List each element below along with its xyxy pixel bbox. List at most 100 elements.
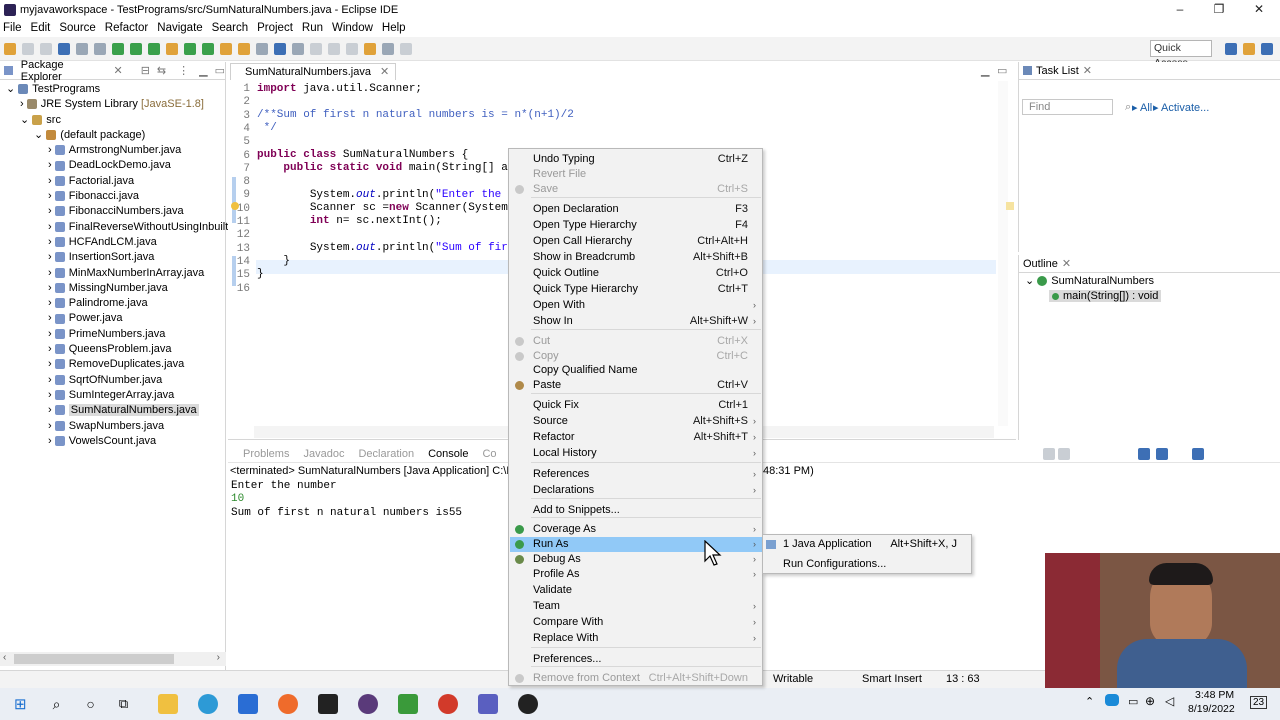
chrome-icon[interactable] <box>438 694 459 714</box>
editor-tab[interactable]: SumNaturalNumbers.java ✕ <box>230 63 397 80</box>
tab-javadoc[interactable]: Javadoc <box>303 448 344 460</box>
new-icon[interactable] <box>4 42 16 55</box>
tree-file-15[interactable]: › SqrtOfNumber.java <box>0 373 225 388</box>
menu-item-replace-with[interactable]: Replace With › <box>510 631 762 646</box>
clock-time[interactable]: 3:48 PM <box>1195 689 1234 701</box>
search-icon[interactable]: ⌕ <box>53 696 61 713</box>
teams-icon[interactable] <box>478 694 499 714</box>
all-filter-link[interactable]: ▸ All <box>1132 101 1152 114</box>
menu-item-paste[interactable]: Paste Ctrl+V <box>510 378 762 393</box>
show-console-icon[interactable] <box>1156 448 1168 460</box>
new-class-icon[interactable] <box>202 42 214 55</box>
submenu-run-configurations[interactable]: Run Configurations... <box>783 557 971 572</box>
tree-file-10[interactable]: › Palindrome.java <box>0 296 225 311</box>
globe-icon[interactable]: ⊕ <box>1145 694 1155 708</box>
run-icon[interactable] <box>112 42 124 55</box>
menu-item-quick-fix[interactable]: Quick Fix Ctrl+1 <box>510 398 762 413</box>
java-perspective-icon[interactable] <box>1261 43 1273 55</box>
volume-icon[interactable]: ◁ <box>1165 694 1174 708</box>
tree-file-12[interactable]: › PrimeNumbers.java <box>0 327 225 342</box>
close-view-icon[interactable]: ✕ <box>113 64 122 77</box>
collapsed-chevron-icon[interactable]: › <box>48 404 55 416</box>
minimize-view-icon[interactable]: ▁ <box>199 64 207 77</box>
menu-item-quick-outline[interactable]: Quick Outline Ctrl+O <box>510 266 762 281</box>
windows-start-icon[interactable]: ⊞ <box>14 695 27 713</box>
search-icon[interactable]: ⌕ <box>1125 101 1131 114</box>
collapsed-chevron-icon[interactable]: › <box>48 267 55 279</box>
maximize-view-icon[interactable]: ▭ <box>215 64 225 77</box>
menu-refactor[interactable]: Refactor <box>105 22 148 34</box>
collapsed-chevron-icon[interactable]: › <box>48 205 55 217</box>
collapsed-chevron-icon[interactable]: › <box>48 389 55 401</box>
last-edit-location-icon[interactable] <box>364 42 376 55</box>
collapsed-chevron-icon[interactable]: › <box>20 98 27 110</box>
menu-item-declarations[interactable]: Declarations › <box>510 483 762 498</box>
store-icon[interactable] <box>238 694 259 714</box>
debug-icon[interactable] <box>94 42 106 55</box>
tree-file-4[interactable]: › FibonacciNumbers.java <box>0 204 225 219</box>
collapsed-chevron-icon[interactable]: › <box>48 374 55 386</box>
menu-item-coverage-as[interactable]: Coverage As › <box>510 522 762 537</box>
collapsed-chevron-icon[interactable]: › <box>48 236 55 248</box>
scroll-right-icon[interactable]: › <box>217 652 220 663</box>
warning-icon[interactable] <box>231 202 239 210</box>
menu-item-show-in-breadcrumb[interactable]: Show in Breadcrumb Alt+Shift+B <box>510 250 762 265</box>
tree-file-7[interactable]: › InsertionSort.java <box>0 250 225 265</box>
menu-item-debug-as[interactable]: Debug As › <box>510 552 762 567</box>
scrollbar-thumb[interactable] <box>14 654 174 664</box>
menu-file[interactable]: File <box>3 22 22 34</box>
collapsed-chevron-icon[interactable]: › <box>48 343 55 355</box>
expanded-chevron-icon[interactable]: ⌄ <box>6 83 18 95</box>
task-find-input[interactable]: Find <box>1022 99 1113 115</box>
minimize-editor-icon[interactable]: ▁ <box>981 64 989 77</box>
menu-item-references[interactable]: References › <box>510 467 762 482</box>
notification-badge[interactable]: 23 <box>1250 696 1268 709</box>
tree-file-18[interactable]: › SwapNumbers.java <box>0 419 225 434</box>
tab-declaration[interactable]: Declaration <box>358 448 414 460</box>
tree-src[interactable]: ⌄ src <box>0 113 225 128</box>
submenu-java-application[interactable]: 1 Java Application Alt+Shift+X, J <box>783 537 971 552</box>
collapse-all-icon[interactable]: ⊟ <box>141 64 150 77</box>
close-view-icon[interactable]: ✕ <box>1083 64 1092 77</box>
menu-item-local-history[interactable]: Local History › <box>510 446 762 461</box>
collapsed-chevron-icon[interactable]: › <box>48 159 55 171</box>
collapsed-chevron-icon[interactable]: › <box>48 175 55 187</box>
menu-run[interactable]: Run <box>302 22 323 34</box>
menu-item-open-with[interactable]: Open With › <box>510 298 762 313</box>
tree-file-1[interactable]: › DeadLockDemo.java <box>0 158 225 173</box>
back-icon[interactable] <box>382 42 394 55</box>
collapsed-chevron-icon[interactable]: › <box>48 435 55 447</box>
menu-item-copy-qualified-name[interactable]: Copy Qualified Name <box>510 363 762 378</box>
outline-class[interactable]: ⌄ SumNaturalNumbers <box>1019 274 1280 289</box>
scroll-left-icon[interactable]: ‹ <box>3 652 6 663</box>
tree-file-8[interactable]: › MinMaxNumberInArray.java <box>0 266 225 281</box>
tree-file-17[interactable]: › SumNaturalNumbers.java <box>0 403 225 418</box>
tab-package-explorer[interactable]: Package Explorer <box>17 57 110 85</box>
firefox-icon[interactable] <box>278 694 299 714</box>
notepad-plus-icon[interactable] <box>398 694 419 714</box>
intellij-icon[interactable] <box>318 694 339 714</box>
link-with-editor-icon[interactable]: ⇆ <box>157 64 166 77</box>
menu-item-validate[interactable]: Validate <box>510 583 762 598</box>
java-ee-perspective-icon[interactable] <box>1243 43 1255 55</box>
editor-vscrollbar[interactable] <box>998 81 1008 426</box>
forward-icon[interactable] <box>400 42 412 55</box>
show-whitespace-icon[interactable] <box>310 42 322 55</box>
close-tab-icon[interactable]: ✕ <box>380 66 389 78</box>
close-view-icon[interactable]: ✕ <box>1062 257 1071 270</box>
maximize-button[interactable]: ❐ <box>1200 0 1238 19</box>
open-perspective-icon[interactable] <box>1225 43 1237 55</box>
tray-chevron-icon[interactable]: ⌃ <box>1085 695 1094 708</box>
edge-icon[interactable] <box>198 694 219 714</box>
menu-item-source[interactable]: Source Alt+Shift+S › <box>510 414 762 429</box>
menu-item-open-call-hierarchy[interactable]: Open Call Hierarchy Ctrl+Alt+H <box>510 234 762 249</box>
scroll-lock-icon[interactable] <box>1138 448 1150 460</box>
collapsed-chevron-icon[interactable]: › <box>48 420 55 432</box>
menu-help[interactable]: Help <box>382 22 406 34</box>
tree-file-16[interactable]: › SumIntegerArray.java <box>0 388 225 403</box>
network-icon[interactable]: ▭ <box>1128 695 1138 708</box>
collapsed-chevron-icon[interactable]: › <box>48 282 55 294</box>
view-menu-icon[interactable]: ⋮ <box>178 64 189 77</box>
tab-problems[interactable]: Problems <box>243 448 289 460</box>
expanded-chevron-icon[interactable]: ⌄ <box>34 129 46 141</box>
